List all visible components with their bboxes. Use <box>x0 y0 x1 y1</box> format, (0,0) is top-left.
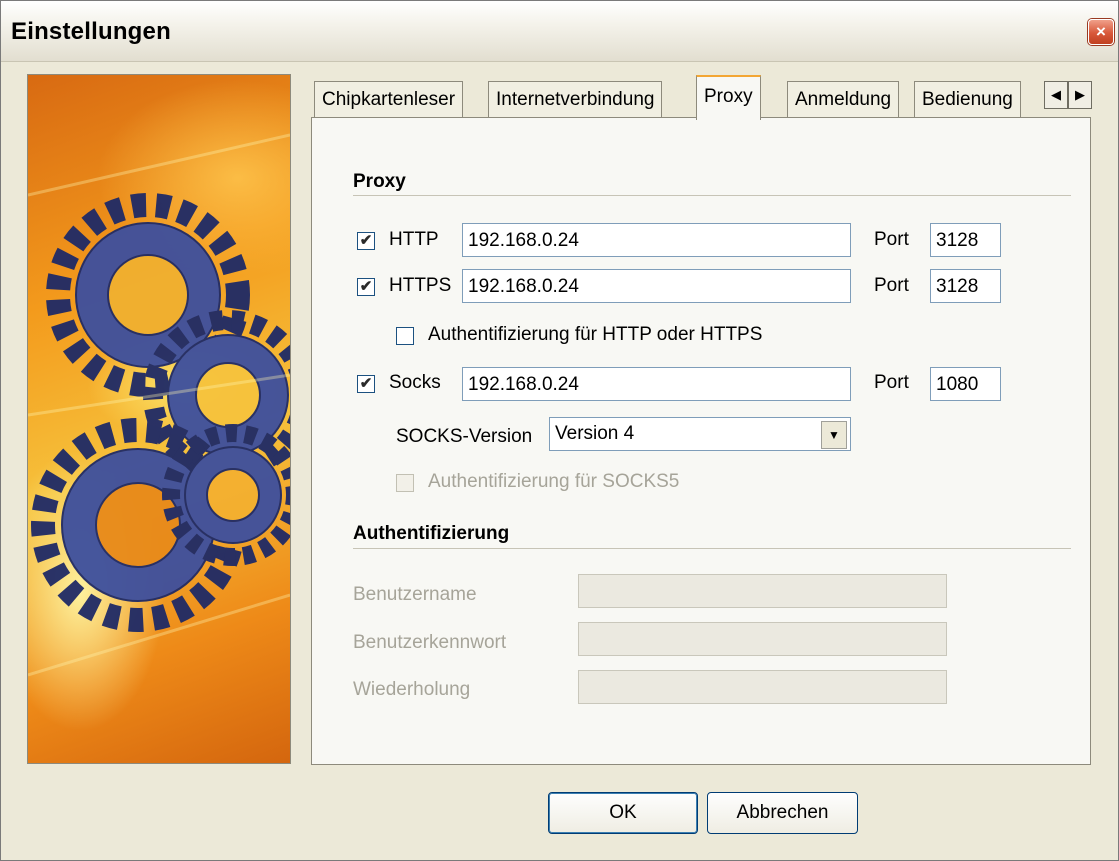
http-port-label: Port <box>874 229 909 250</box>
socks-port-input[interactable]: 1080 <box>930 367 1001 401</box>
https-port-input[interactable]: 3128 <box>930 269 1001 303</box>
proxy-section-title: Proxy <box>353 171 406 192</box>
https-port-label: Port <box>874 275 909 296</box>
http-label: HTTP <box>389 229 439 250</box>
password-label: Benutzerkennwort <box>353 632 507 653</box>
repeat-password-input[interactable] <box>578 670 947 704</box>
tab-chipkartenleser[interactable]: Chipkartenleser <box>314 81 464 118</box>
tab-scroll-right-button[interactable]: ▶ <box>1068 81 1092 109</box>
socks-checkbox[interactable]: ✔ <box>357 375 375 393</box>
checkmark-icon: ✔ <box>359 278 373 295</box>
checkmark-icon: ✔ <box>359 232 373 249</box>
socks5-auth-checkbox[interactable] <box>396 474 414 492</box>
username-label: Benutzername <box>353 584 477 605</box>
http-checkbox[interactable]: ✔ <box>357 232 375 250</box>
chevron-down-icon[interactable]: ▼ <box>821 421 847 449</box>
socks-label: Socks <box>389 372 441 393</box>
https-checkbox[interactable]: ✔ <box>357 278 375 296</box>
http-port-input[interactable]: 3128 <box>930 223 1001 257</box>
arrow-left-icon: ◀ <box>1051 87 1061 102</box>
http-auth-label: Authentifizierung für HTTP oder HTTPS <box>428 324 763 345</box>
checkmark-icon: ✔ <box>359 375 373 392</box>
http-auth-checkbox[interactable] <box>396 327 414 345</box>
tab-internetverbindung[interactable]: Internetverbindung <box>488 81 663 118</box>
arrow-right-icon: ▶ <box>1075 87 1085 102</box>
socks-version-label: SOCKS-Version <box>396 426 533 447</box>
dialog-title: Einstellungen <box>11 18 171 45</box>
http-host-input[interactable]: 192.168.0.24 <box>462 223 851 257</box>
repeat-password-label: Wiederholung <box>353 679 471 700</box>
socks5-auth-label: Authentifizierung für SOCKS5 <box>428 471 680 492</box>
tab-proxy[interactable]: Proxy <box>696 75 761 120</box>
tab-anmeldung[interactable]: Anmeldung <box>787 81 900 118</box>
auth-section-divider <box>353 548 1071 549</box>
socks-port-label: Port <box>874 372 909 393</box>
tab-bedienung[interactable]: Bedienung <box>914 81 1021 118</box>
socks-version-select[interactable]: Version 4 ▼ <box>549 417 851 451</box>
close-button[interactable]: × <box>1088 19 1114 45</box>
ok-button[interactable]: OK <box>548 792 698 834</box>
tab-scroll-left-button[interactable]: ◀ <box>1044 81 1068 109</box>
cancel-button[interactable]: Abbrechen <box>707 792 858 834</box>
https-label: HTTPS <box>389 275 452 296</box>
settings-dialog: Einstellungen × Chipkartenleser Internet… <box>0 0 1119 861</box>
socks-host-input[interactable]: 192.168.0.24 <box>462 367 851 401</box>
password-input[interactable] <box>578 622 947 656</box>
auth-section-title: Authentifizierung <box>353 523 510 544</box>
gears-illustration <box>28 133 290 677</box>
username-input[interactable] <box>578 574 947 608</box>
decorative-gears-image <box>27 74 291 764</box>
close-icon: × <box>1096 22 1106 41</box>
socks-version-value: Version 4 <box>555 423 635 444</box>
title-bar: Einstellungen × <box>1 1 1118 62</box>
proxy-section-divider <box>353 195 1071 196</box>
https-host-input[interactable]: 192.168.0.24 <box>462 269 851 303</box>
